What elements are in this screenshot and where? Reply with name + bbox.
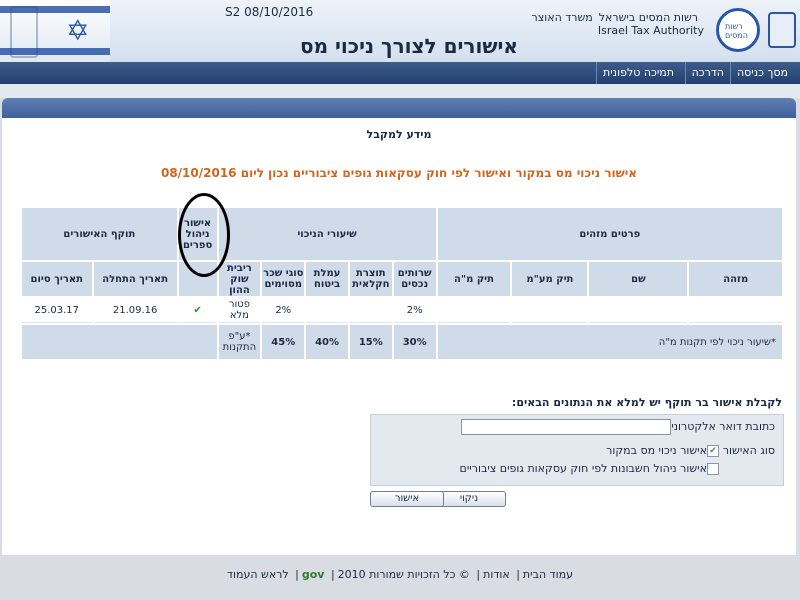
cell-royalties: 2% — [262, 298, 305, 323]
cell-id — [689, 298, 782, 323]
table-column-header: מזהה שם תיק מע"מ תיק מ"ה שרותים נכסים תו… — [22, 262, 782, 296]
rate-empty — [22, 325, 217, 359]
footer-about-link[interactable]: אודות — [483, 568, 510, 581]
approval-heading: אישור ניכוי מס במקור ואישור לפי חוק עסקא… — [160, 166, 638, 180]
rate-royalties: 45% — [262, 325, 305, 359]
cell-end-date: 25.03.17 — [22, 298, 92, 323]
content-panel: מידע למקבל אישור ניכוי מס במקור ואישור ל… — [2, 118, 796, 555]
page-title: אישורים לצורך ניכוי מס — [300, 34, 518, 58]
rate-services: 30% — [393, 325, 436, 359]
cell-services: 2% — [393, 298, 436, 323]
rate-insurance: 40% — [306, 325, 348, 359]
footer-top-link[interactable]: לראש העמוד — [227, 568, 289, 581]
state-emblem-icon — [768, 12, 796, 48]
option2-checkbox[interactable] — [707, 463, 719, 475]
nav-item-phone-support[interactable]: תמיכה טלפונית — [595, 62, 680, 84]
cell-start-date: 21.09.16 — [93, 298, 177, 323]
org-name-en: Israel Tax Authority — [597, 24, 704, 37]
email-field[interactable] — [461, 419, 671, 435]
gov-logo[interactable]: gov — [302, 568, 325, 581]
approval-type-label: סוג האישור — [722, 444, 775, 457]
rate-label: *שיעור ניכוי לפי תקנות מ"ה — [437, 325, 782, 359]
menorah-emblem-icon — [10, 6, 38, 58]
org-name-he: רשות המסים בישראל משרד האוצר — [532, 10, 704, 24]
cell-insurance — [306, 298, 348, 323]
approve-button[interactable]: אישור — [370, 491, 444, 507]
group-identifiers: פרטים מזהים — [437, 208, 782, 260]
footer-copyright: © כל הזכויות שמורות 2010 — [337, 568, 470, 581]
sub-bar — [0, 84, 800, 98]
col-tax-file: תיק מ"ה — [437, 262, 511, 296]
cell-tax-file — [437, 298, 511, 323]
nav-item-login[interactable]: מסך כניסה — [729, 62, 794, 84]
col-services: שרותים נכסים — [393, 262, 436, 296]
col-royalties: סוגי שכר מסוימים — [262, 262, 305, 296]
footer-links: עמוד הבית| אודות| © כל הזכויות שמורות 20… — [226, 568, 573, 581]
cell-vat-file — [512, 298, 588, 323]
tax-authority-logo[interactable]: רשות המסים — [716, 8, 760, 52]
cell-name — [589, 298, 688, 323]
option1-label: אישור ניכוי מס במקור — [606, 444, 707, 457]
recipient-info-title: מידע למקבל — [366, 128, 432, 141]
col-insurance: עמלת ביטוח — [306, 262, 348, 296]
option2-label: אישור ניהול חשבונות לפי חוק עסקאות גופים… — [459, 462, 707, 475]
col-vat-file: תיק מע"מ — [512, 262, 588, 296]
group-rates: שיעורי הניכוי — [218, 208, 436, 260]
date-label: S2 08/10/2016 — [225, 5, 314, 19]
option1-checkbox[interactable]: ✔ — [707, 445, 719, 457]
col-interest: ריבית שוק ההון — [218, 262, 261, 296]
check-icon: ✔ — [178, 298, 217, 323]
rate-row: *שיעור ניכוי לפי תקנות מ"ה 30% 15% 40% 4… — [22, 325, 782, 359]
col-name: שם — [589, 262, 688, 296]
cell-agri — [349, 298, 392, 323]
cell-interest: פטור מלא — [218, 298, 261, 323]
israel-flag-banner: ✡ — [0, 0, 110, 62]
nav-item-guide[interactable]: הדרכה — [684, 62, 730, 84]
table-row: 2% 2% פטור מלא ✔ 21.09.16 25.03.17 — [22, 298, 782, 323]
org-name: רשות המסים בישראל — [598, 11, 698, 24]
form-title: לקבלת אישור בר תוקף יש למלא את הנתונים ה… — [511, 396, 782, 409]
brand: רשות המסים בישראל משרד האוצר Israel Tax A… — [532, 10, 704, 37]
table-group-header: פרטים מזהים שיעורי הניכוי אישור ניהול ספ… — [22, 208, 782, 260]
group-validity: תוקף האישורים — [22, 208, 177, 260]
col-agri: תוצרת חקלאית — [349, 262, 392, 296]
logo-text: רשות המסים — [725, 22, 748, 40]
footer: עמוד הבית| אודות| © כל הזכויות שמורות 20… — [0, 558, 800, 600]
content-header-bar — [2, 98, 796, 118]
nav-bar: מסך כניסה הדרכה תמיכה טלפונית — [0, 62, 800, 84]
highlight-circle — [178, 193, 230, 277]
col-end-date: תאריך סיום — [22, 262, 92, 296]
approvals-table: פרטים מזהים שיעורי הניכוי אישור ניהול ספ… — [20, 206, 784, 361]
email-label: כתובת דואר אלקטרוני — [671, 420, 775, 433]
rate-interest: *ע"פ התקנות — [218, 325, 261, 359]
col-id: מזהה — [689, 262, 782, 296]
col-start-date: תאריך התחלה — [93, 262, 177, 296]
star-of-david-icon: ✡ — [66, 14, 90, 47]
request-form: כתובת דואר אלקטרוני סוג האישור ✔ אישור נ… — [370, 414, 784, 486]
footer-home-link[interactable]: עמוד הבית — [523, 568, 573, 581]
header: ✡ S2 08/10/2016 אישורים לצורך ניכוי מס ר… — [0, 0, 800, 63]
ministry-name: משרד האוצר — [531, 11, 593, 24]
rate-agri: 15% — [349, 325, 392, 359]
